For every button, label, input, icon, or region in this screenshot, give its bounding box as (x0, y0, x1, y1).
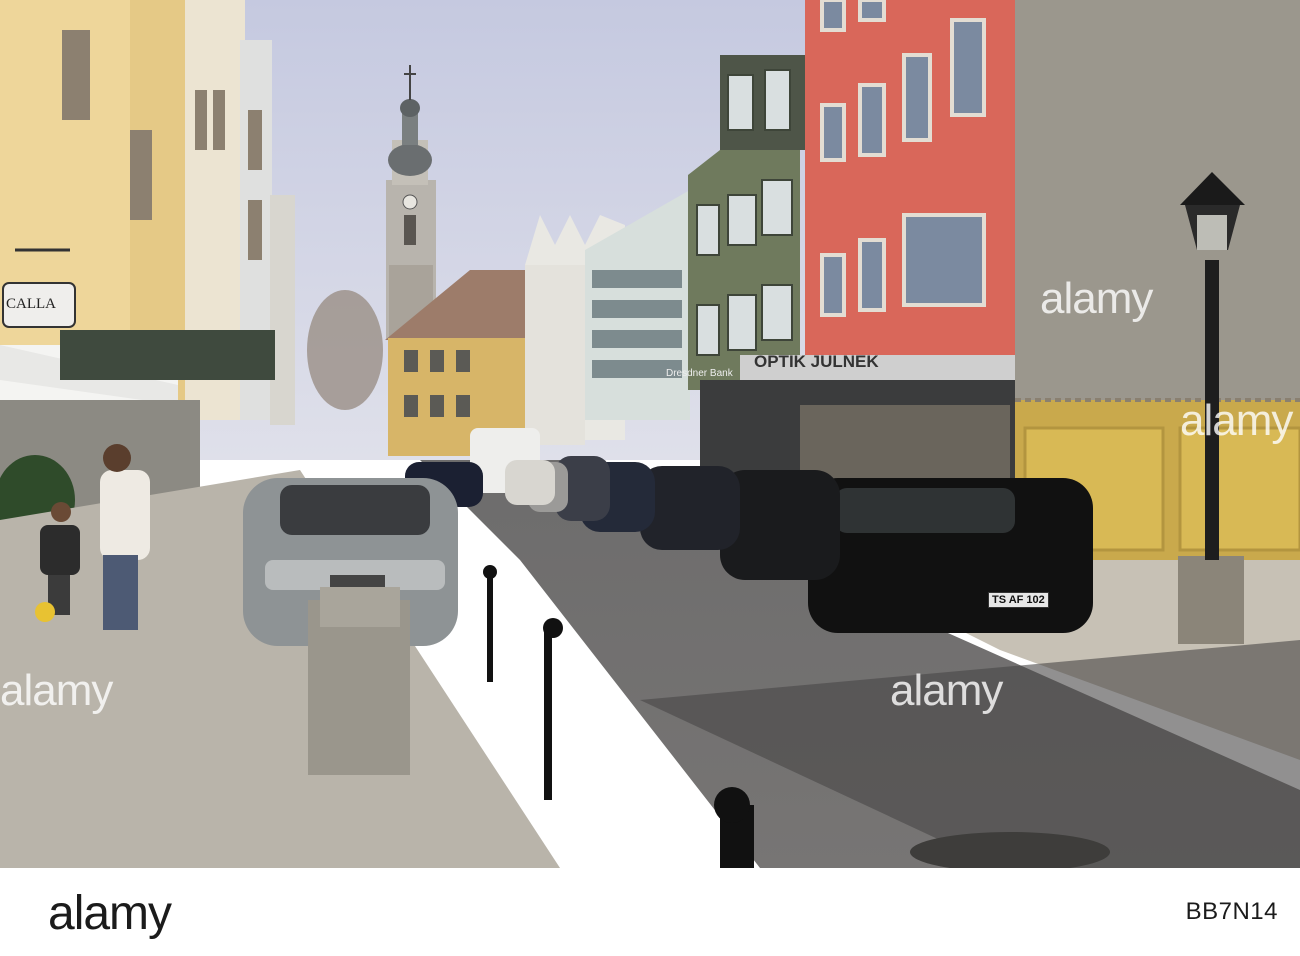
calla-sign-text: CALLA (6, 296, 56, 312)
left-buildings (0, 0, 295, 545)
image-id: BB7N14 (1185, 898, 1278, 925)
alamy-logo: alamy (48, 887, 172, 940)
street-scene (0, 0, 1300, 868)
bank-sign-text: Dresdner Bank (666, 368, 733, 379)
street-photo: CALLA OPTIK JULNEK Dresdner Bank TS AF 1… (0, 0, 1300, 868)
red-building (805, 0, 1015, 360)
license-plate: TS AF 102 (988, 592, 1049, 608)
shopfront (700, 355, 1015, 480)
planter (308, 587, 410, 775)
optik-sign-text: OPTIK JULNEK (754, 352, 879, 371)
footer-bar: alamy BB7N14 (0, 868, 1300, 956)
